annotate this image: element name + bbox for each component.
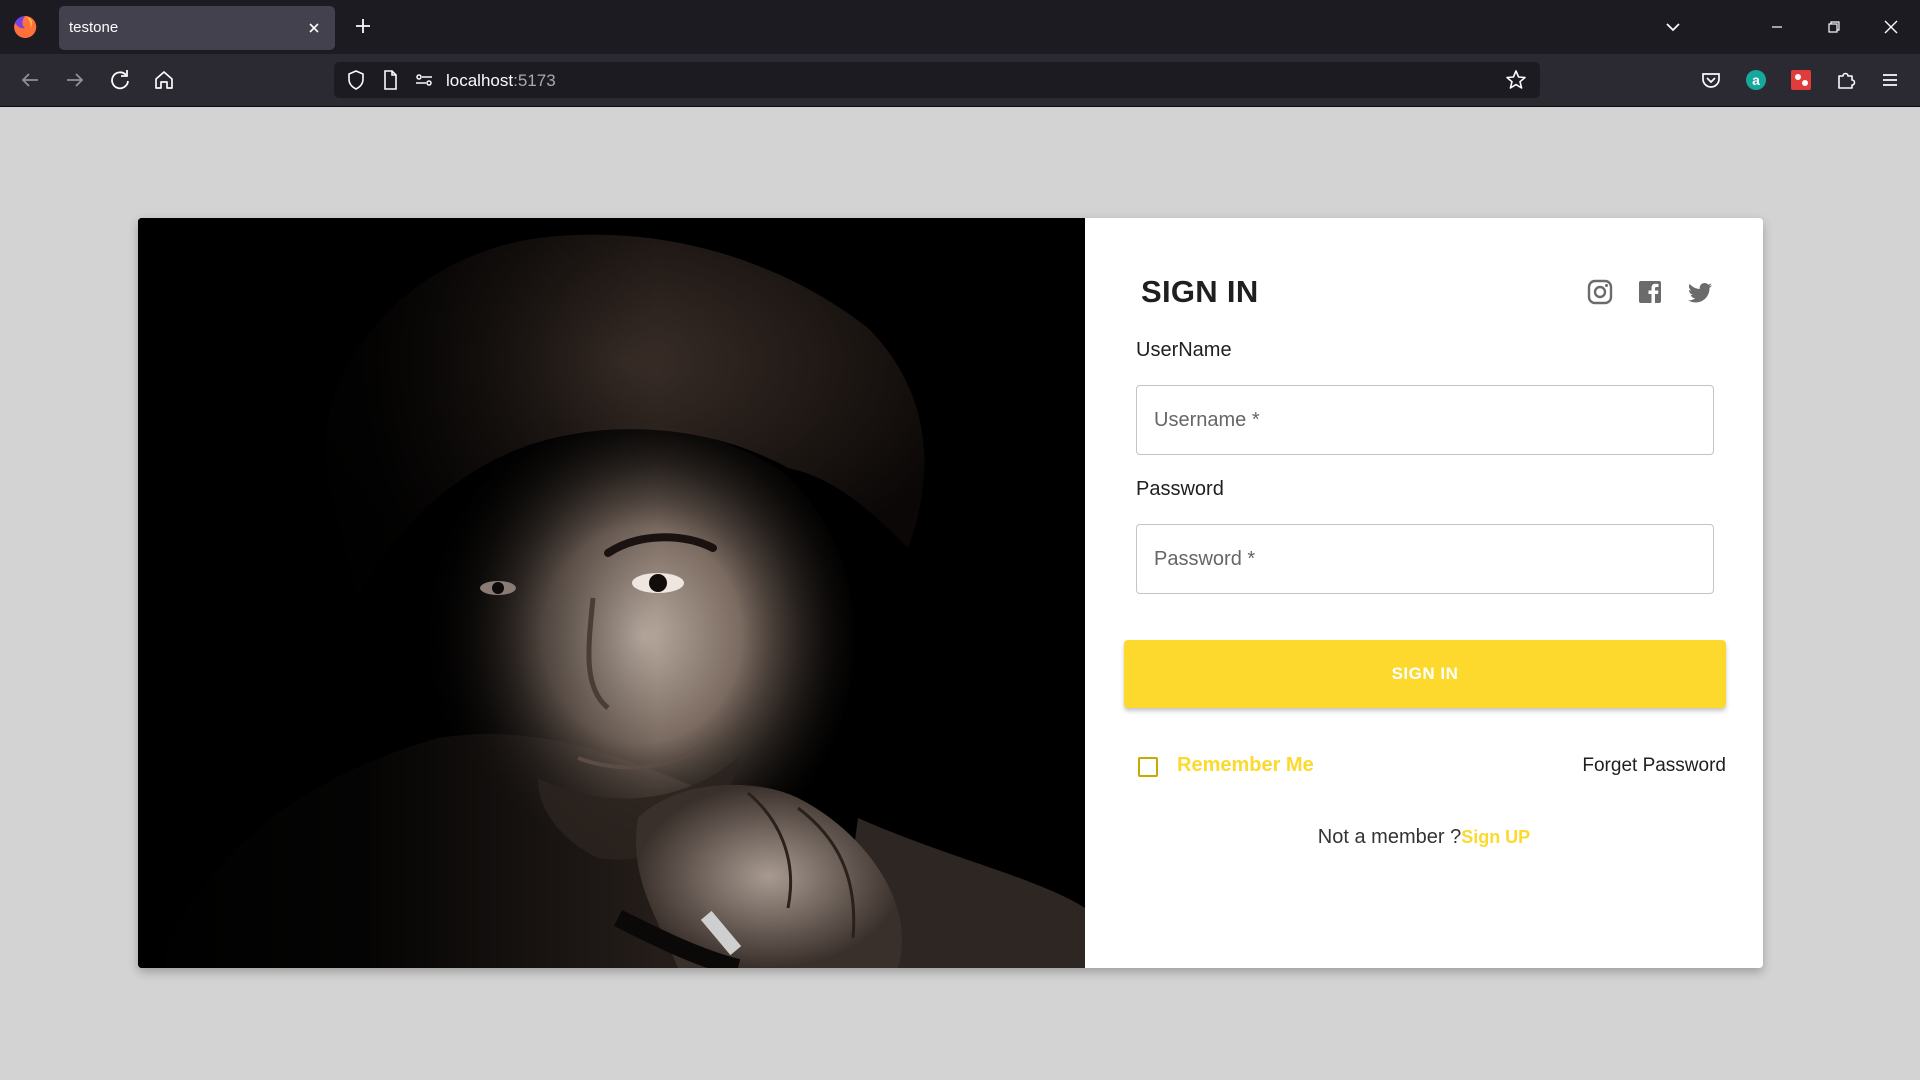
- username-label: UserName: [1136, 339, 1232, 361]
- firefox-logo-icon[interactable]: [12, 14, 38, 40]
- instagram-icon[interactable]: [1585, 277, 1615, 307]
- signin-button[interactable]: SIGN IN: [1124, 640, 1726, 708]
- minimize-icon[interactable]: [1764, 14, 1790, 40]
- username-field[interactable]: [1136, 385, 1714, 455]
- close-window-icon[interactable]: [1878, 14, 1904, 40]
- list-tabs-icon[interactable]: [1660, 14, 1686, 40]
- permissions-icon[interactable]: [412, 68, 436, 92]
- extension-red-icon[interactable]: [1787, 66, 1815, 94]
- restore-icon[interactable]: [1821, 14, 1847, 40]
- signin-card: SIGN IN UserName Password SIGN IN Rememb…: [138, 218, 1763, 968]
- forward-icon[interactable]: [61, 66, 89, 94]
- tab-title: testone: [69, 19, 119, 36]
- signup-link[interactable]: Sign UP: [1461, 827, 1530, 847]
- browser-tab[interactable]: testone: [59, 6, 335, 50]
- browser-nav-bar: localhost:5173 a: [0, 54, 1920, 107]
- not-member-text: Not a member ?: [1317, 826, 1462, 848]
- menu-hamburger-icon[interactable]: [1876, 66, 1904, 94]
- home-icon[interactable]: [150, 66, 178, 94]
- shield-icon[interactable]: [344, 68, 368, 92]
- signup-prompt: Not a member ?Sign UP: [1085, 826, 1763, 849]
- bookmark-star-icon[interactable]: [1504, 68, 1528, 92]
- page-icon[interactable]: [378, 68, 402, 92]
- pocket-icon[interactable]: [1697, 66, 1725, 94]
- password-label: Password: [1136, 478, 1224, 500]
- portrait-photo: [138, 218, 1085, 968]
- remember-me-checkbox[interactable]: [1138, 757, 1158, 777]
- extension-a-icon[interactable]: a: [1742, 66, 1770, 94]
- remember-me-label[interactable]: Remember Me: [1177, 754, 1314, 777]
- reload-icon[interactable]: [106, 66, 134, 94]
- url-text[interactable]: localhost:5173: [446, 71, 556, 91]
- new-tab-icon[interactable]: [350, 13, 376, 39]
- signin-title: SIGN IN: [1141, 274, 1259, 309]
- signin-form: SIGN IN UserName Password SIGN IN Rememb…: [1085, 218, 1763, 968]
- twitter-icon[interactable]: [1685, 277, 1715, 307]
- extensions-puzzle-icon[interactable]: [1832, 66, 1860, 94]
- username-input[interactable]: [1137, 386, 1713, 454]
- svg-text:a: a: [1752, 72, 1760, 88]
- browser-tab-bar: testone: [0, 0, 1920, 54]
- password-field[interactable]: [1136, 524, 1714, 594]
- facebook-icon[interactable]: [1635, 277, 1665, 307]
- tab-close-icon[interactable]: [303, 17, 325, 39]
- forget-password-link[interactable]: Forget Password: [1582, 755, 1726, 777]
- password-input[interactable]: [1137, 525, 1713, 593]
- url-bar[interactable]: localhost:5173: [334, 62, 1540, 98]
- back-icon[interactable]: [16, 66, 44, 94]
